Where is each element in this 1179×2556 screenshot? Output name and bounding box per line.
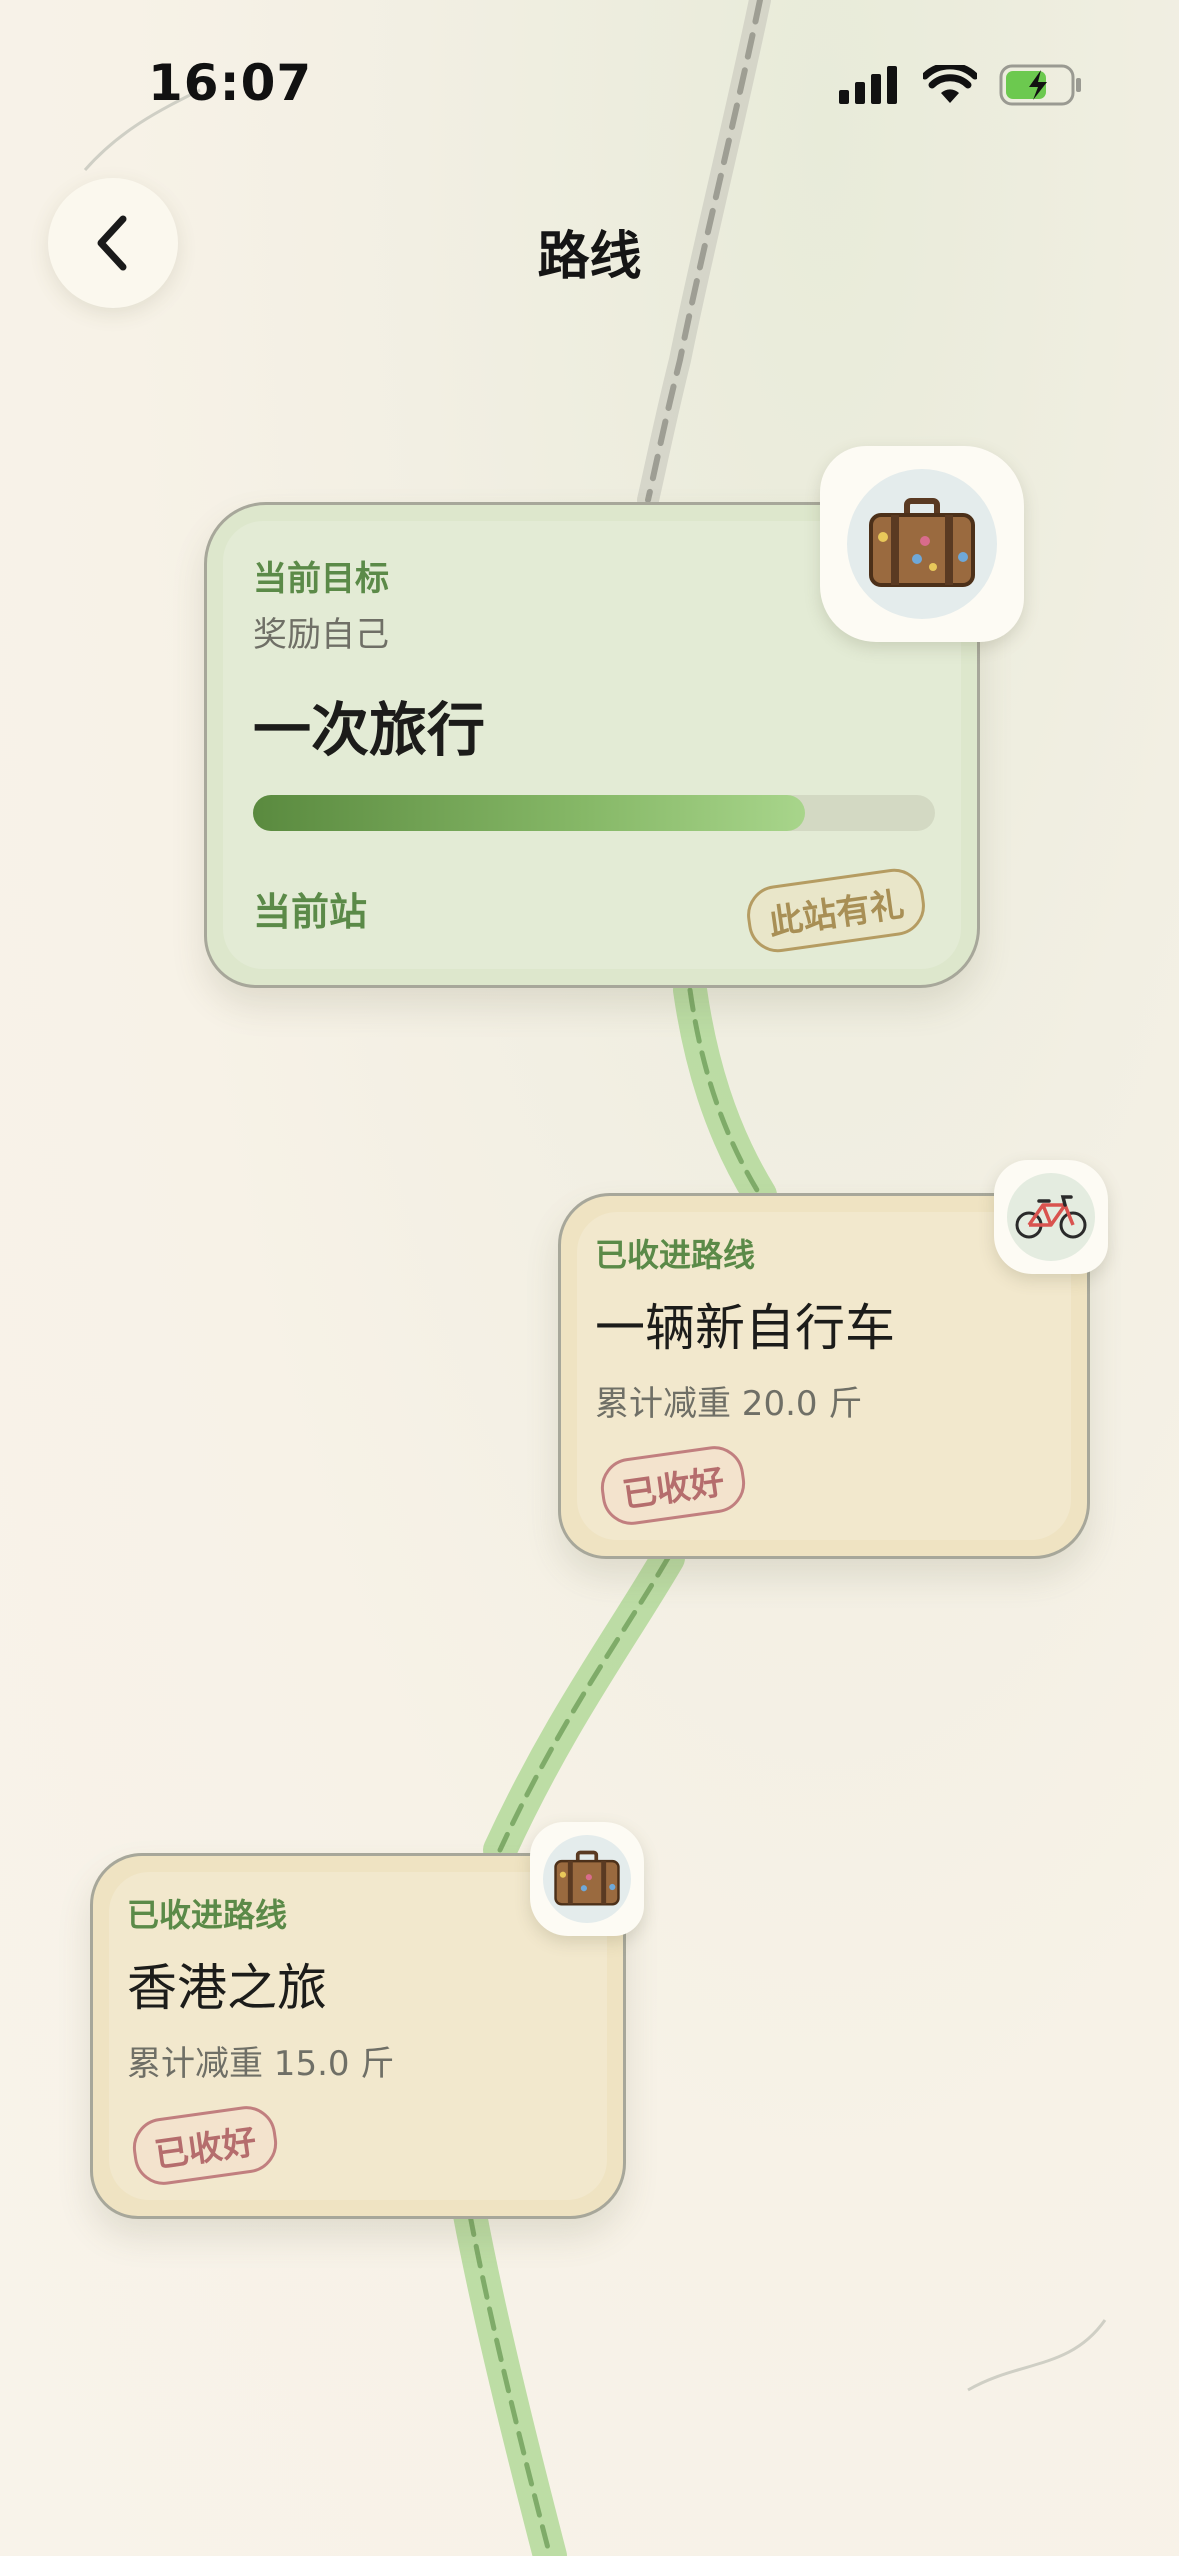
route-card-title: 香港之旅 — [127, 1959, 327, 2017]
current-goal-subtitle: 奖励自己 — [253, 615, 389, 655]
route-card-weight: 累计减重 15.0 斤 — [127, 2044, 395, 2084]
current-goal-label: 当前目标 — [253, 559, 389, 599]
suitcase-icon — [554, 1850, 620, 1906]
battery-charging-icon — [999, 64, 1081, 106]
status-time: 16:07 — [148, 54, 313, 112]
collected-stamp: 已收好 — [597, 1442, 749, 1529]
route-badge-hongkong — [530, 1822, 644, 1936]
collected-stamp: 已收好 — [129, 2102, 281, 2189]
route-page: 16:07 路线 当前目标 奖励自己 一次旅行 当前站 此站有礼 已收进路线 一… — [0, 0, 1179, 2556]
route-badge-bicycle — [994, 1160, 1108, 1274]
status-bar: 16:07 — [0, 0, 1179, 150]
route-card-title: 一辆新自行车 — [595, 1299, 895, 1357]
goal-progress-bar — [253, 795, 935, 831]
goal-progress-fill — [253, 795, 806, 831]
page-title: 路线 — [537, 227, 642, 287]
status-icons — [839, 64, 1083, 106]
suitcase-icon — [869, 498, 975, 587]
route-card-label: 已收进路线 — [595, 1236, 756, 1274]
wifi-icon — [923, 65, 977, 103]
nav-bar: 路线 — [0, 170, 1179, 310]
route-card-weight: 累计减重 20.0 斤 — [595, 1384, 863, 1424]
cellular-signal-icon — [839, 66, 897, 104]
current-goal-badge — [820, 446, 1024, 642]
bicycle-icon — [1015, 1195, 1087, 1239]
gift-stamp[interactable]: 此站有礼 — [743, 864, 929, 957]
current-goal-title: 一次旅行 — [253, 696, 486, 764]
route-card-label: 已收进路线 — [127, 1896, 288, 1934]
current-station-label: 当前站 — [253, 890, 368, 934]
